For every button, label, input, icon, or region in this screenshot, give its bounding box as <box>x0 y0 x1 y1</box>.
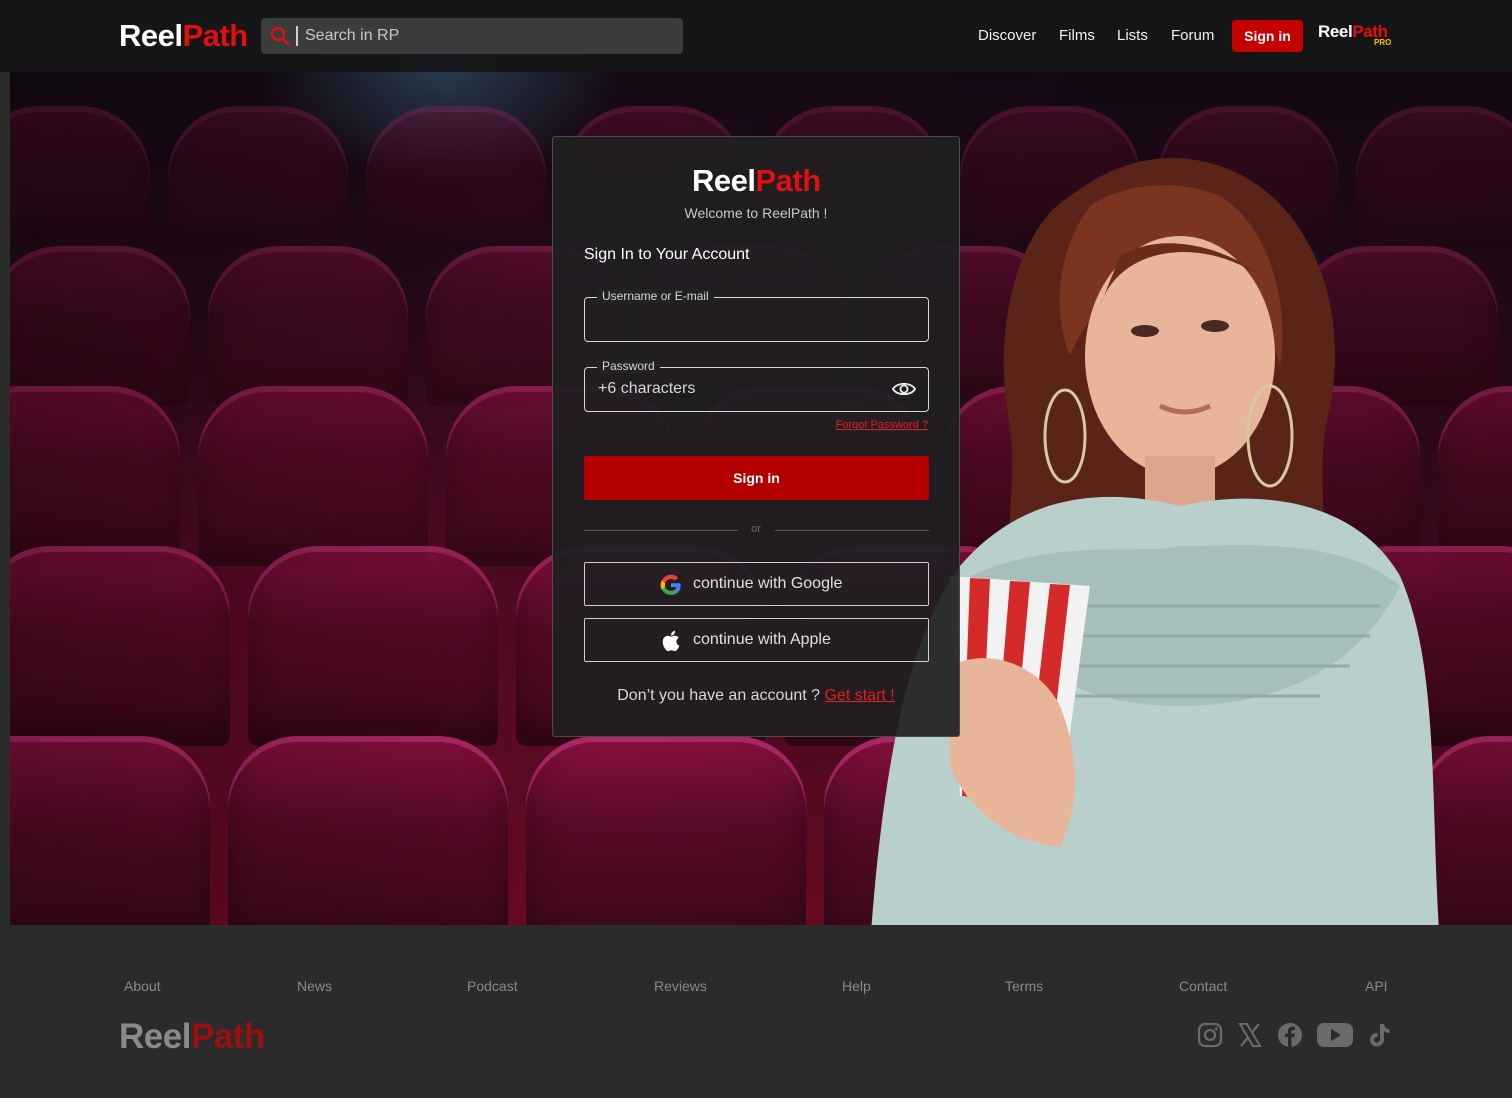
apple-icon <box>662 630 680 652</box>
signup-prompt: Don’t you have an account ? Get start ! <box>553 687 959 705</box>
footer-link-contact[interactable]: Contact <box>1179 978 1227 994</box>
welcome-text: Welcome to ReelPath ! <box>684 205 828 221</box>
footer-link-about[interactable]: About <box>124 978 161 994</box>
instagram-icon[interactable] <box>1197 1022 1223 1048</box>
password-input[interactable]: +6 characters <box>598 380 695 398</box>
youtube-icon[interactable] <box>1317 1022 1353 1048</box>
username-field[interactable]: Username or E-mail <box>584 289 929 342</box>
search-icon <box>270 26 290 46</box>
nav-link-forum[interactable]: Forum <box>1171 27 1214 44</box>
signin-submit-button[interactable]: Sign in <box>584 456 929 500</box>
logo-text-reel: Reel <box>119 18 183 53</box>
nav-link-discover[interactable]: Discover <box>978 27 1036 44</box>
google-button-label: continue with Google <box>693 575 843 592</box>
nav-link-films[interactable]: Films <box>1059 27 1095 44</box>
get-start-link[interactable]: Get start ! <box>825 687 895 704</box>
footer: About News Podcast Reviews Help Terms Co… <box>0 925 1512 1098</box>
x-icon[interactable] <box>1237 1022 1263 1048</box>
card-logo-text-path: Path <box>755 163 821 198</box>
card-logo: ReelPath <box>692 163 821 199</box>
text-cursor <box>296 26 298 46</box>
continue-with-google-button[interactable]: continue with Google <box>584 562 929 606</box>
footer-logo-text-reel: Reel <box>119 1017 191 1056</box>
continue-with-apple-button[interactable]: continue with Apple <box>584 618 929 662</box>
google-icon <box>660 574 681 595</box>
footer-link-api[interactable]: API <box>1365 978 1388 994</box>
show-password-eye-icon[interactable] <box>892 379 916 399</box>
pro-logo-text-reel: Reel <box>1318 22 1353 41</box>
signin-title: Sign In to Your Account <box>584 246 750 263</box>
forgot-password-link[interactable]: Forgot Password ? <box>836 419 928 431</box>
username-label: Username or E-mail <box>597 289 714 303</box>
reelpath-logo[interactable]: ReelPath <box>119 18 248 54</box>
signin-card: ReelPath Welcome to ReelPath ! Sign In t… <box>552 136 960 737</box>
top-navigation-bar: ReelPath Search in RP Discover Films Lis… <box>0 0 1512 72</box>
no-account-text: Don’t you have an account ? <box>617 687 821 704</box>
footer-link-reviews[interactable]: Reviews <box>654 978 707 994</box>
footer-link-news[interactable]: News <box>297 978 332 994</box>
footer-link-terms[interactable]: Terms <box>1005 978 1043 994</box>
footer-logo-text-path: Path <box>190 1017 265 1056</box>
footer-link-podcast[interactable]: Podcast <box>467 978 518 994</box>
apple-button-label: continue with Apple <box>693 631 831 648</box>
card-logo-text-reel: Reel <box>692 163 756 198</box>
nav-link-lists[interactable]: Lists <box>1117 27 1148 44</box>
facebook-icon[interactable] <box>1277 1022 1303 1048</box>
logo-text-path: Path <box>182 18 248 53</box>
footer-link-help[interactable]: Help <box>842 978 871 994</box>
password-label: Password <box>597 359 660 373</box>
pro-badge: PRO <box>1374 38 1392 47</box>
search-bar[interactable]: Search in RP <box>261 18 683 54</box>
password-field[interactable]: Password +6 characters <box>584 359 929 412</box>
nav-signin-button[interactable]: Sign in <box>1232 20 1303 52</box>
tiktok-icon[interactable] <box>1367 1022 1393 1048</box>
footer-logo[interactable]: ReelPath <box>119 1017 265 1057</box>
search-input[interactable]: Search in RP <box>305 27 399 45</box>
or-separator: or <box>751 523 761 535</box>
divider-right <box>775 530 929 531</box>
